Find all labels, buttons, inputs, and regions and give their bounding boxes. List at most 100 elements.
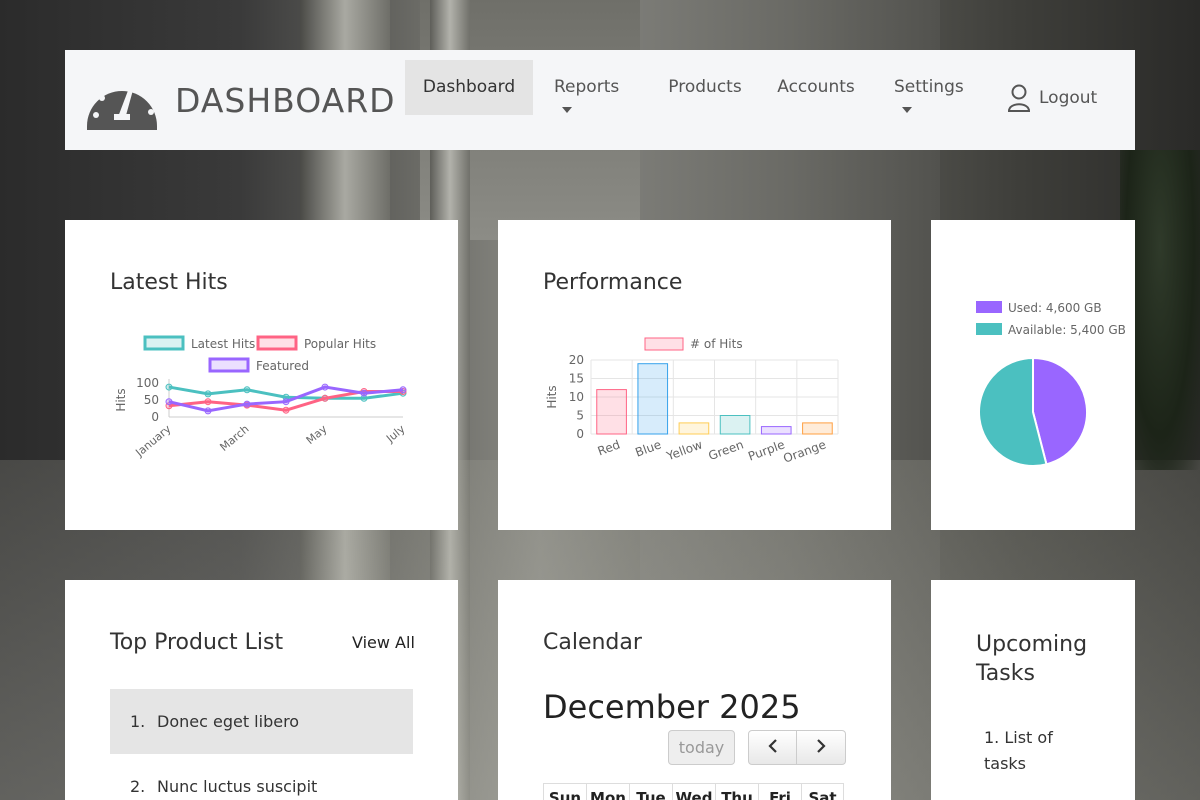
nav-item-settings[interactable]: Settings [883,60,983,115]
legend-swatch [976,323,1002,335]
brand-title: DASHBOARD [175,80,396,120]
list-item[interactable]: 1. Donec eget libero [110,689,413,754]
storage-card: Used: 4,600 GB Available: 5,400 GB [931,220,1135,530]
legend-swatch [644,337,684,351]
legend-label: Featured [256,359,309,373]
x-tick-label: March [217,422,251,454]
bar [637,363,669,435]
y-tick-label: 20 [569,353,584,367]
weekday-fri: Fri [758,783,801,800]
user-icon [1007,84,1031,112]
list-item-label: Nunc luctus suscipit [157,777,318,796]
nav-item-products[interactable]: Products [659,60,751,115]
task-item-number: 1. [984,728,1000,747]
nav-item-dashboard[interactable]: Dashboard [405,60,533,115]
data-point [204,407,212,415]
data-point [321,383,329,391]
bar-chart: # of Hits 0 5 10 15 20 Hits Red Blue Yellow Green P… [545,337,839,466]
caret-down-icon [562,107,572,113]
y-axis-label: Hits [545,385,559,408]
nav-item-reports[interactable]: Reports [543,60,648,115]
data-point [360,389,368,397]
y-tick-label: 0 [576,427,584,441]
list-item-label: Donec eget libero [157,712,300,731]
legend-swatch [976,301,1002,313]
y-tick-label: 0 [151,410,159,424]
y-tick-label: 5 [576,409,584,423]
top-product-card: Top Product List View All 1. Donec eget … [65,580,458,800]
legend-swatch [208,357,250,373]
bar [760,426,792,435]
prev-month-button[interactable] [748,730,797,765]
legend-swatch [143,335,185,351]
legend-label: Popular Hits [304,337,376,351]
x-tick-label: Orange [781,437,827,465]
x-tick-label: Blue [633,437,663,459]
nav-item-label: Dashboard [422,77,516,97]
weekday-sat: Sat [801,783,844,800]
pie-chart: Used: 4,600 GB Available: 5,400 GB [976,301,1126,467]
bar [678,422,710,435]
weekday-thu: Thu [715,783,758,800]
data-point [165,398,173,406]
calendar-month-title: December 2025 [543,688,801,726]
x-tick-label: July [383,422,408,446]
weekday-tue: Tue [629,783,672,800]
x-tick-label: Red [596,437,622,458]
legend-label: Available: 5,400 GB [1008,323,1126,337]
card-title: Upcoming Tasks [976,632,1088,686]
y-tick-label: 50 [144,393,159,407]
legend-swatch [256,335,298,351]
data-point [282,398,290,406]
x-tick-label: January [132,422,173,460]
line-chart: Latest Hits Popular Hits Featured 0 50 100 Hit… [114,335,408,460]
bar [802,422,833,435]
data-point [399,386,407,394]
data-point [165,383,173,391]
x-tick-label: May [304,422,330,447]
x-tick-label: Yellow [664,437,705,463]
card-title: Top Product List [110,630,284,655]
nav-item-label: Products [668,77,742,97]
list-item-number: 1. [130,712,146,731]
data-point [282,406,290,414]
top-navbar: DASHBOARD Dashboard Reports Products Acc… [65,50,1135,150]
data-point [321,394,329,402]
y-tick-label: 100 [136,376,159,390]
chevron-left-icon [767,738,777,753]
y-tick-label: 10 [569,390,584,404]
nav-item-label: Accounts [777,77,855,97]
y-axis-label: Hits [114,388,128,411]
calendar-weekday-header: Sun Mon Tue Wed Thu Fri Sat [543,783,844,800]
list-item[interactable]: 2. Nunc luctus suscipit [110,754,413,800]
data-point [243,400,251,408]
view-all-link[interactable]: View All [352,633,415,652]
data-point [243,386,251,394]
x-tick-label: Purple [746,437,786,463]
task-item[interactable]: 1. List of tasks [984,725,1094,777]
data-point [204,390,212,398]
performance-card: Performance # of Hits 0 5 10 15 20 Hits Red Blue… [498,220,891,530]
calendar-card: Calendar December 2025 today Sun Mon Tue… [498,580,891,800]
upcoming-tasks-card: Upcoming Tasks 1. List of tasks [931,580,1135,800]
nav-item-accounts[interactable]: Accounts [770,60,862,115]
speedometer-icon [87,81,157,130]
nav-item-label: Reports [554,77,620,97]
today-button[interactable]: today [668,730,735,765]
brand[interactable]: DASHBOARD [85,70,396,130]
weekday-sun: Sun [543,783,586,800]
next-month-button[interactable] [797,730,846,765]
weekday-mon: Mon [586,783,629,800]
bar [596,389,627,435]
logout-link[interactable]: Logout [1007,84,1097,112]
bar [719,415,751,435]
legend-label: Latest Hits [191,337,255,351]
x-tick-label: Green [707,437,746,463]
logout-label: Logout [1039,88,1098,108]
legend-label: Used: 4,600 GB [1008,301,1102,315]
card-title: Calendar [543,630,642,655]
legend-label: # of Hits [690,337,743,351]
chevron-right-icon [817,738,826,753]
caret-down-icon [902,107,912,113]
latest-hits-card: Latest Hits Latest Hits Popular Hits Featu… [65,220,458,530]
